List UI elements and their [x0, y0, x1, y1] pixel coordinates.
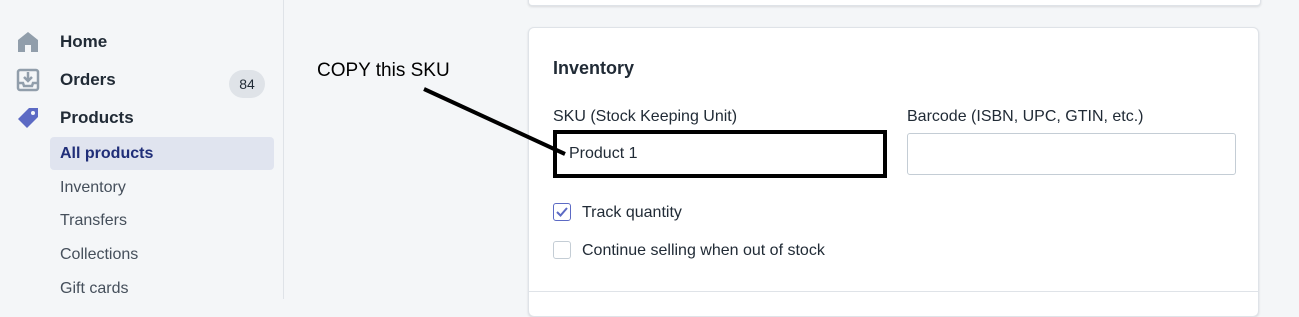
annotation-arrow: [423, 87, 566, 156]
